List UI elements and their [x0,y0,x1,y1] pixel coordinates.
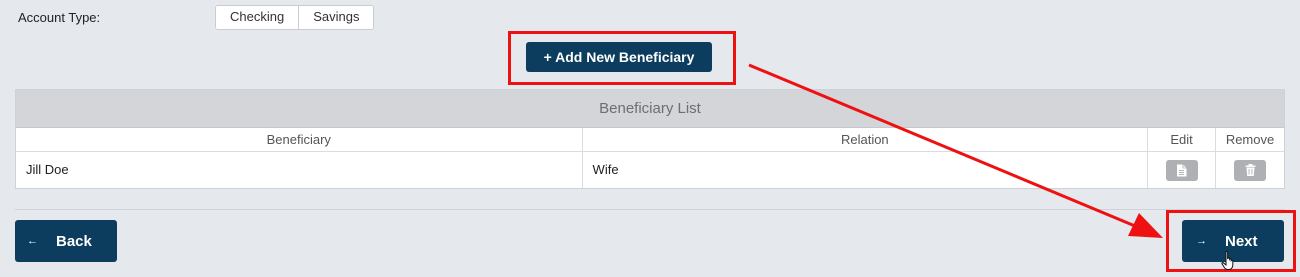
hand-pointer-icon [1221,251,1234,270]
arrow-line [748,63,1136,228]
arrowhead-icon [1128,213,1163,238]
annotation-arrow [748,63,1163,238]
